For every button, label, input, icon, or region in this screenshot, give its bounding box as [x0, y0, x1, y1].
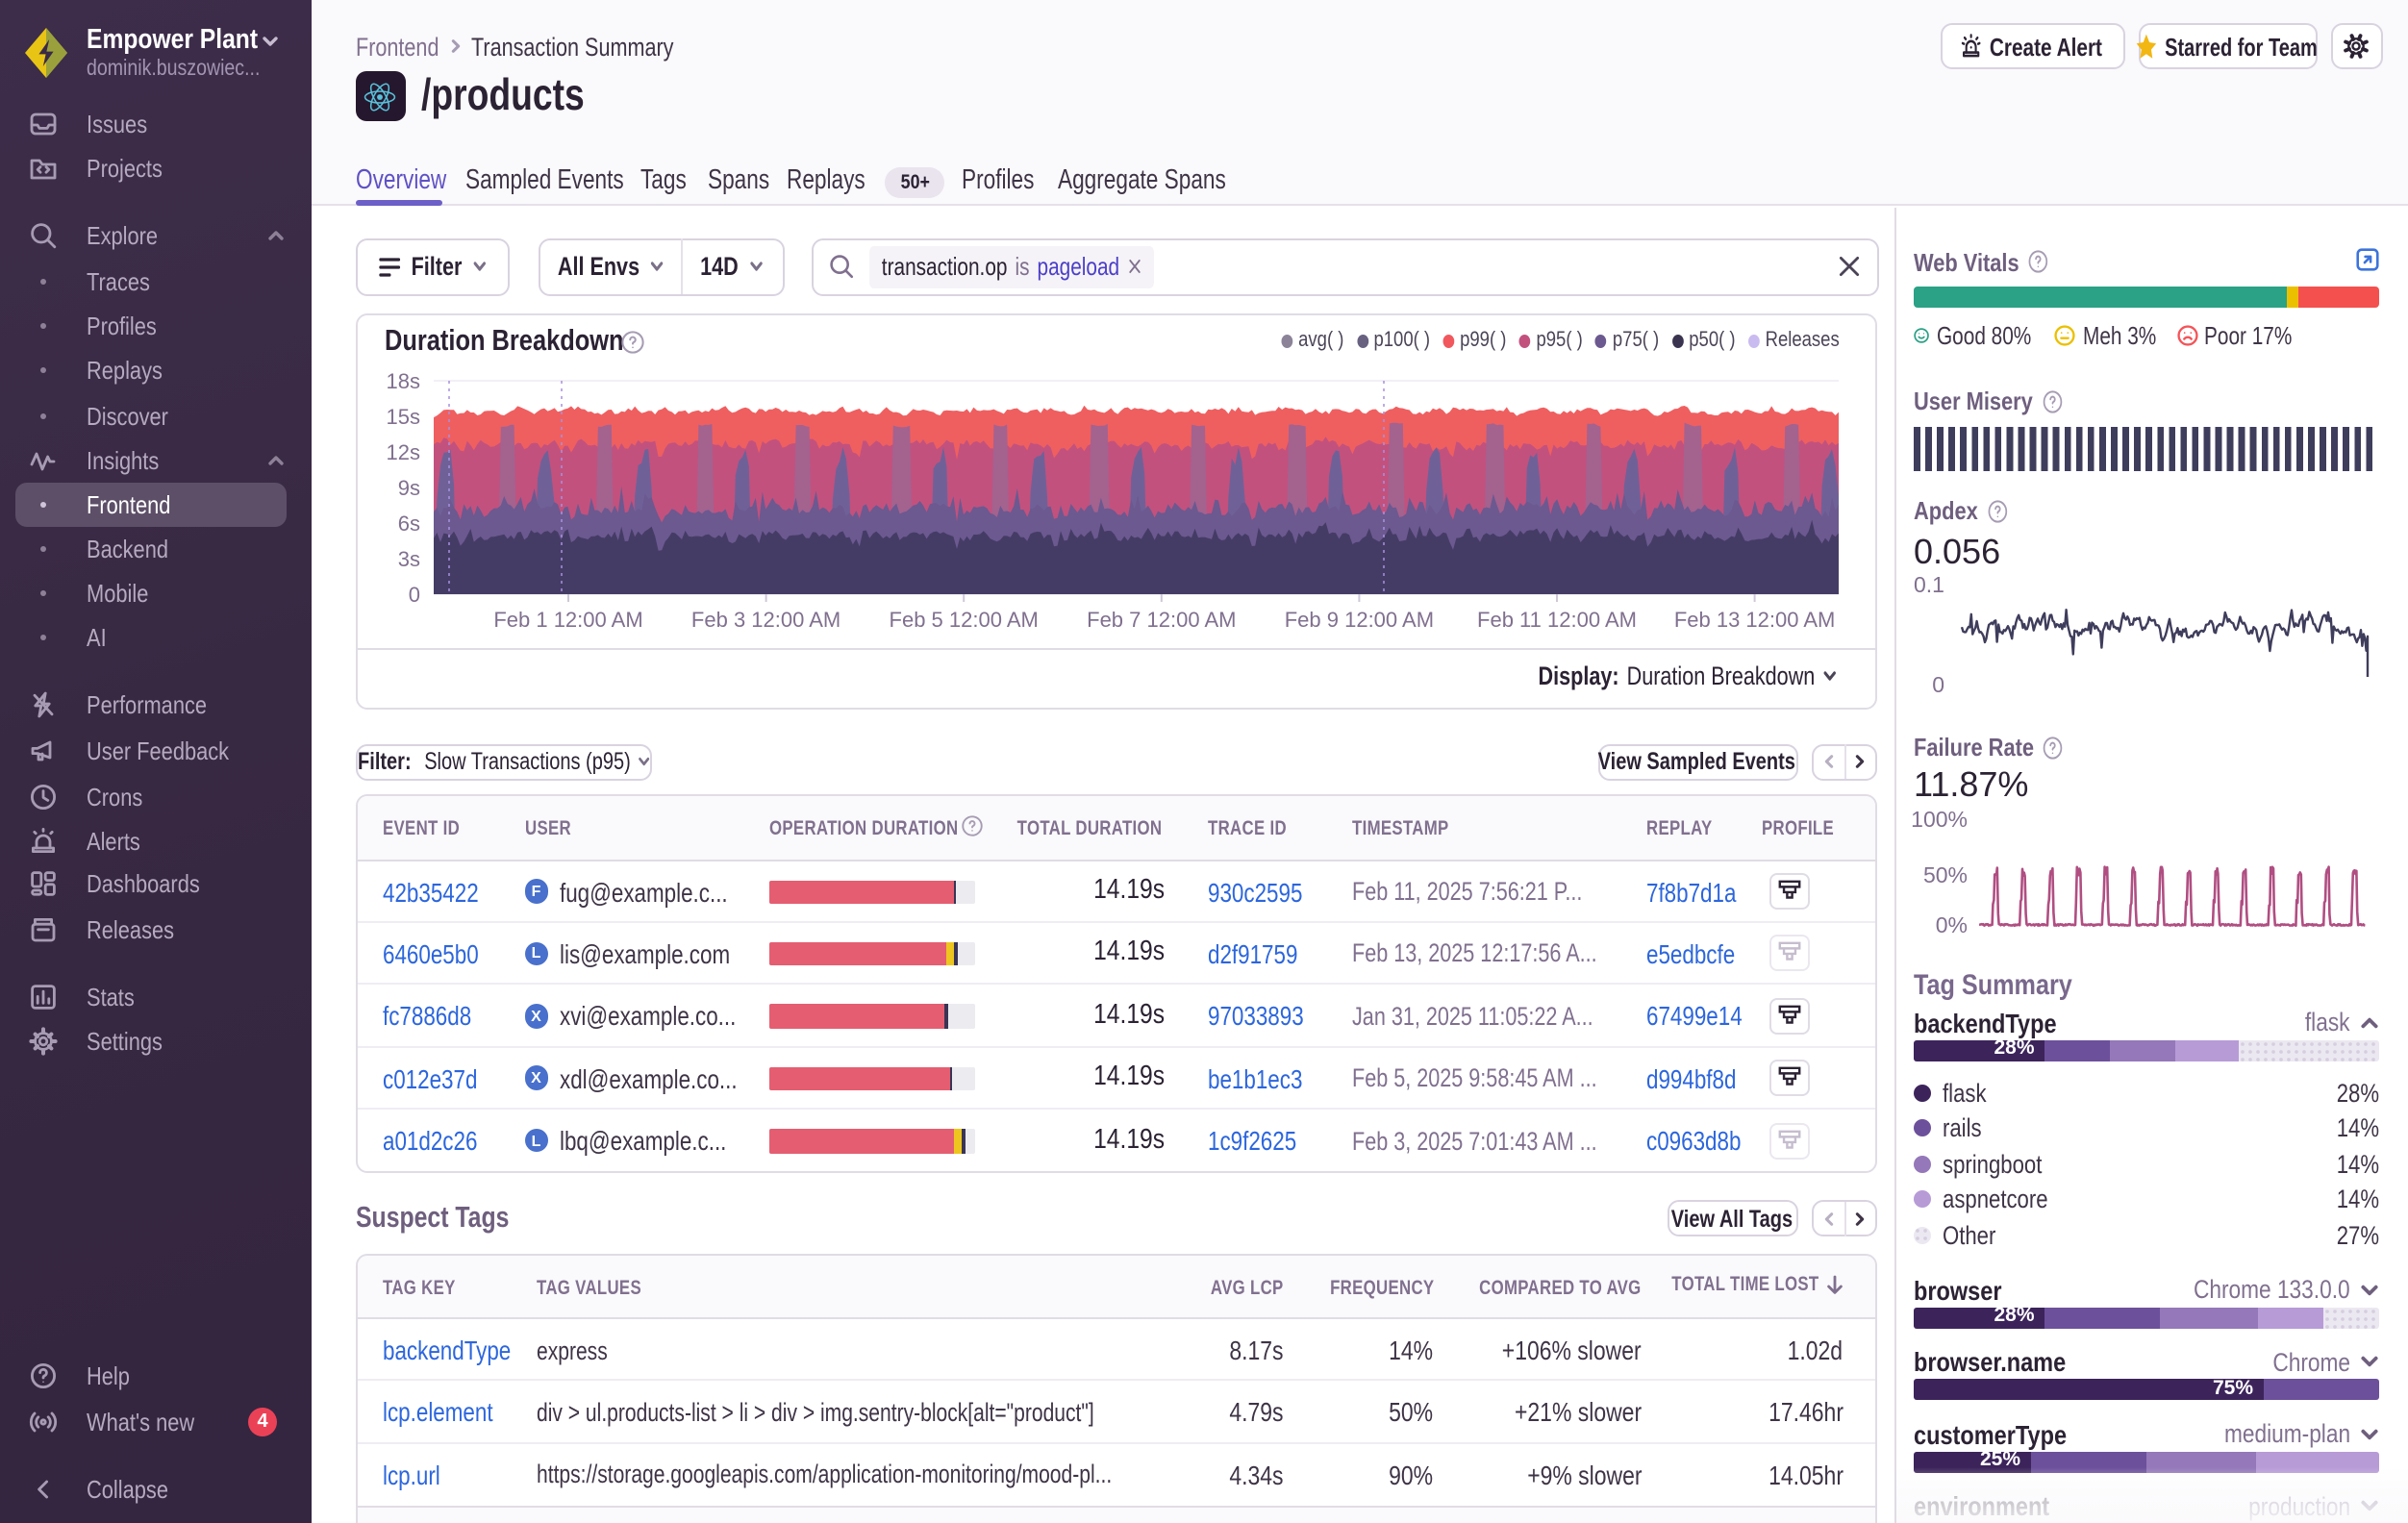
svg-text:15s: 15s: [386, 404, 419, 428]
svg-text:3s: 3s: [397, 546, 419, 570]
svg-text:Feb 11 12:00 AM: Feb 11 12:00 AM: [1476, 607, 1636, 631]
svg-text:Feb 5 12:00 AM: Feb 5 12:00 AM: [889, 607, 1038, 631]
svg-text:Feb 9 12:00 AM: Feb 9 12:00 AM: [1284, 607, 1433, 631]
svg-text:12s: 12s: [386, 439, 419, 463]
svg-text:Feb 13 12:00 AM: Feb 13 12:00 AM: [1673, 607, 1835, 631]
svg-text:6s: 6s: [397, 511, 419, 535]
svg-text:Feb 3 12:00 AM: Feb 3 12:00 AM: [690, 607, 840, 631]
svg-text:9s: 9s: [397, 475, 419, 499]
svg-text:Feb 7 12:00 AM: Feb 7 12:00 AM: [1086, 607, 1235, 631]
svg-text:0: 0: [408, 582, 419, 606]
svg-text:Feb 1 12:00 AM: Feb 1 12:00 AM: [492, 607, 641, 631]
svg-text:18s: 18s: [386, 368, 419, 392]
